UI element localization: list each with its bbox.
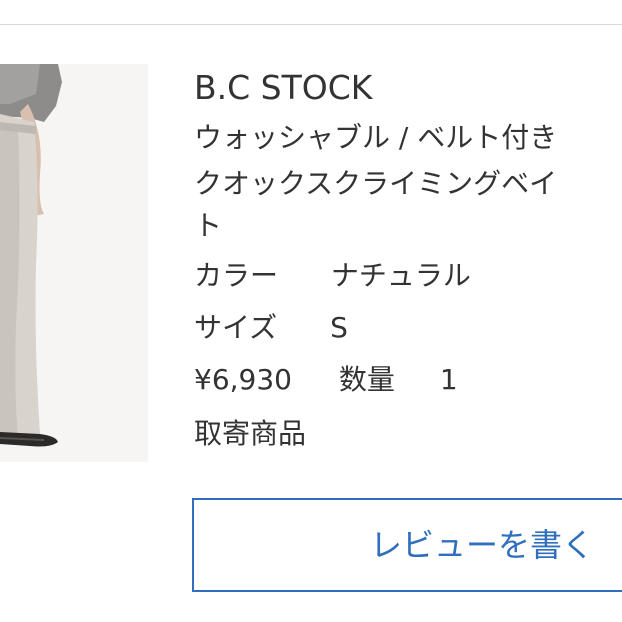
availability-status: 取寄商品 [194,417,307,450]
quantity-label: 数量 [338,363,395,396]
product-title-line-2: クオックスクライミングベイ [194,167,558,200]
color-label: カラー [194,259,279,292]
price: ¥6,930 [194,363,292,396]
product-title-line-1: ウォッシャブル / ベルト付き [194,121,558,154]
size-row: サイズ S [194,308,348,348]
color-row: カラー ナチュラル [194,256,471,296]
product-image[interactable] [0,64,148,462]
brand-name: B.C STOCK [194,68,373,107]
color-value: ナチュラル [330,259,471,292]
top-divider [0,24,622,25]
size-label: サイズ [194,311,278,344]
product-title-line-3: ト [194,209,223,242]
size-value: S [330,311,348,344]
quantity-value: 1 [439,363,458,396]
write-review-label: レビューを書く [370,526,595,564]
price-quantity-row: ¥6,930 数量 1 [194,360,458,400]
order-item-card: B.C STOCK ウォッシャブル / ベルト付き クオックスクライミングベイ … [0,0,622,622]
product-photo-illustration [0,64,148,462]
write-review-button[interactable]: レビューを書く [192,498,622,592]
